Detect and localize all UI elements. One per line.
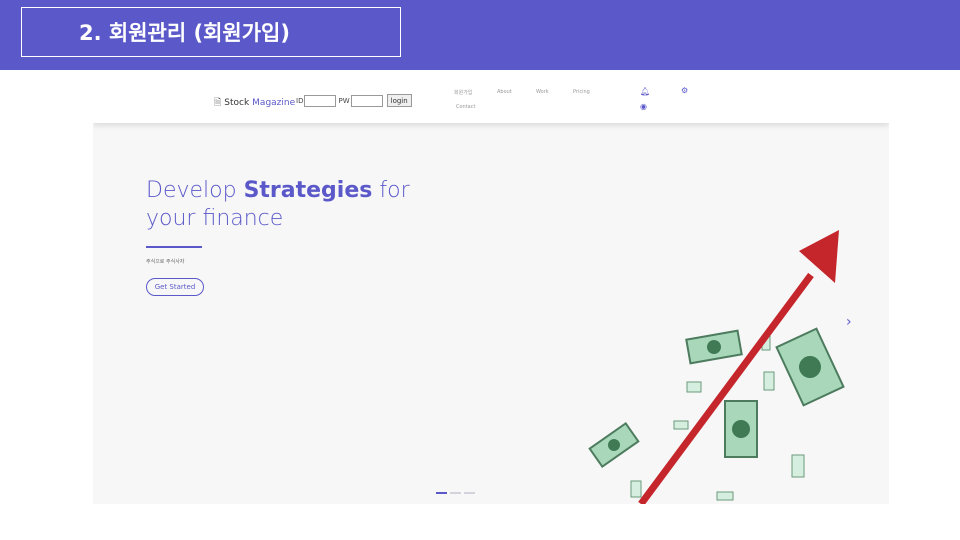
pw-input[interactable] bbox=[350, 94, 383, 107]
slide-title: 2. 회원관리 (회원가입) bbox=[21, 7, 401, 57]
nav-link-work[interactable]: Work bbox=[536, 89, 549, 95]
banknote-10 bbox=[716, 491, 734, 501]
nav-link-signup[interactable]: 회원가입 bbox=[454, 89, 472, 96]
slide-header-banner: 2. 회원관리 (회원가입) bbox=[0, 0, 960, 70]
carousel-indicator[interactable] bbox=[450, 492, 461, 494]
id-label: ID bbox=[296, 96, 304, 105]
banknote-7 bbox=[791, 454, 805, 478]
carousel-indicator[interactable] bbox=[464, 492, 475, 494]
nav-link-pricing[interactable]: Pricing bbox=[573, 89, 590, 95]
banknote-8 bbox=[630, 480, 642, 498]
login-form: ID PW login bbox=[296, 94, 412, 107]
hero-title-suffix: for bbox=[372, 178, 410, 203]
carousel-indicators bbox=[436, 492, 475, 494]
id-input[interactable] bbox=[304, 94, 337, 107]
banknote-1 bbox=[685, 329, 743, 365]
hero-divider bbox=[146, 246, 202, 248]
hero-title: Develop Strategies for your finance bbox=[146, 177, 410, 233]
website-screenshot: 🗎 Stock Magazine ID PW login 회원가입 About … bbox=[93, 80, 889, 504]
banknote-3 bbox=[724, 400, 758, 458]
gear-icon[interactable]: ⚙ bbox=[681, 86, 688, 95]
banknote-6 bbox=[763, 371, 775, 391]
hero-carousel: Develop Strategies for your finance 주식으로… bbox=[93, 123, 889, 504]
nav-link-contact[interactable]: Contact bbox=[456, 104, 475, 110]
login-button[interactable]: login bbox=[386, 94, 412, 107]
nav-link-about[interactable]: About bbox=[497, 89, 512, 95]
user-circle-icon[interactable]: ◉ bbox=[640, 102, 647, 111]
banknote-9 bbox=[673, 420, 689, 430]
hero-subtitle: 주식으로 주식사자 bbox=[146, 259, 185, 265]
site-navbar: 🗎 Stock Magazine ID PW login 회원가입 About … bbox=[93, 80, 889, 123]
money-growth-arrow-illustration bbox=[588, 230, 845, 504]
banknote-2 bbox=[775, 327, 845, 407]
brand-prefix: Stock bbox=[224, 98, 250, 108]
banknote-5 bbox=[686, 381, 702, 393]
banknote-4 bbox=[588, 421, 640, 469]
hero-title-prefix: Develop bbox=[146, 178, 244, 203]
document-icon: 🗎 bbox=[214, 98, 222, 108]
carousel-indicator[interactable] bbox=[436, 492, 447, 494]
site-brand[interactable]: 🗎 Stock Magazine bbox=[214, 95, 295, 111]
hero-title-bold: Strategies bbox=[243, 178, 373, 203]
get-started-button[interactable]: Get Started bbox=[146, 278, 204, 296]
pw-label: PW bbox=[338, 96, 350, 105]
growth-arrow-shaft bbox=[638, 272, 814, 504]
hero-title-line2: your finance bbox=[146, 206, 284, 231]
bell-icon[interactable]: 🔔︎ bbox=[640, 87, 650, 96]
brand-highlight: Magazine bbox=[252, 98, 296, 108]
